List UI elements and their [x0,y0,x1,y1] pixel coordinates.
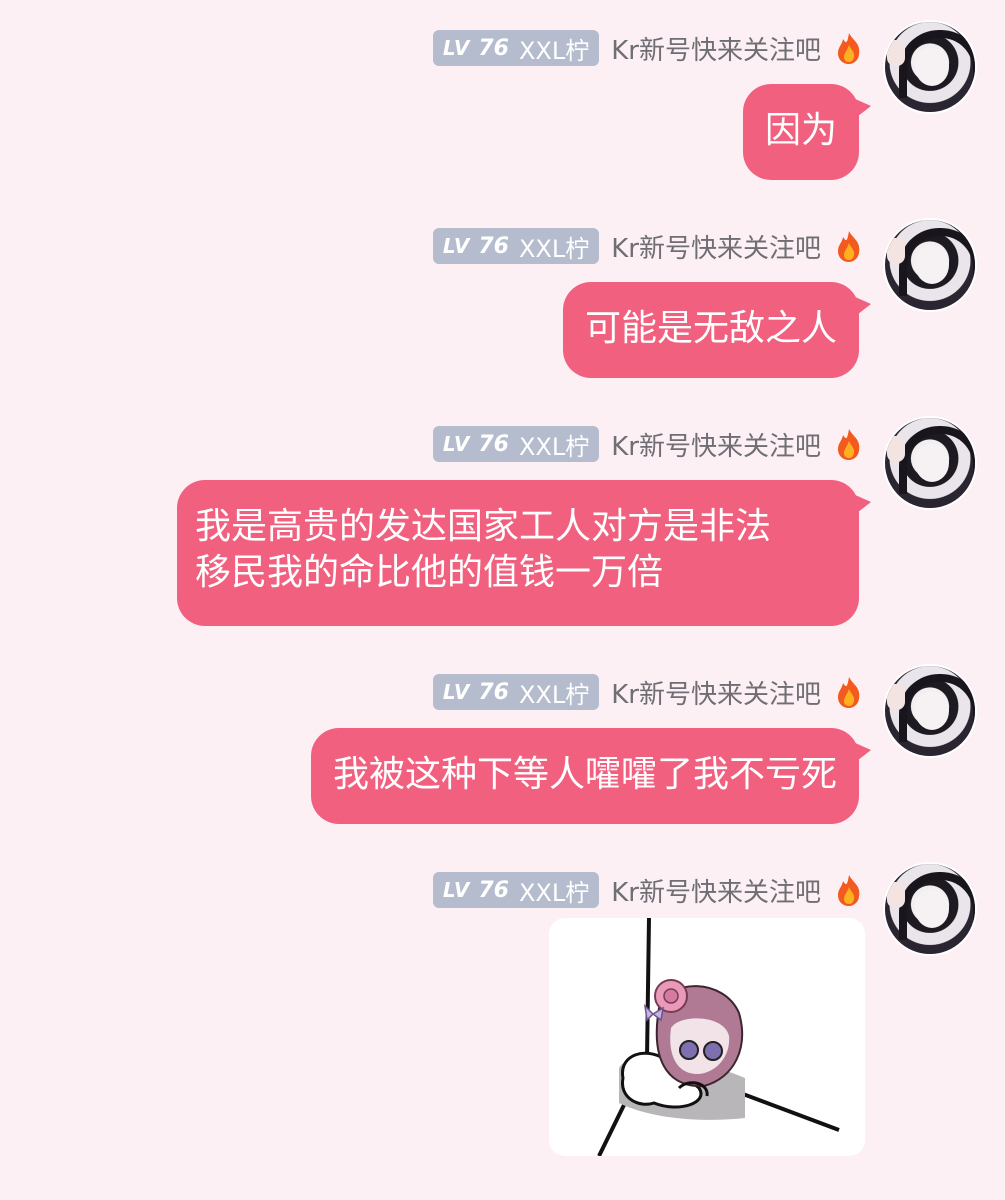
message-bubble[interactable]: 因为 [742,84,872,180]
level-number: 76 [478,35,509,61]
sender-title: Kr新号快来关注吧 [611,431,821,462]
level-prefix: LV [442,234,471,258]
level-number: 76 [478,877,509,903]
avatar-face [915,246,949,284]
sender-header: LV 76 XXL柠 Kr新号快来关注吧 [432,426,865,462]
sender-nickname: XXL柠 [518,680,590,709]
fire-icon [833,31,865,65]
sender-title: Kr新号快来关注吧 [611,679,821,710]
message-bubble[interactable]: 我被这种下等人嚯嚯了我不亏死 [310,728,872,824]
avatar-hand [887,238,905,264]
avatar[interactable] [883,664,977,758]
avatar-face [915,890,949,928]
avatar-face [915,48,949,86]
level-badge: LV 76 XXL柠 [432,872,600,908]
level-badge: LV 76 XXL柠 [432,228,600,264]
fire-icon [833,229,865,263]
level-prefix: LV [442,36,471,60]
fire-icon [833,873,865,907]
sender-title: Kr新号快来关注吧 [611,877,821,908]
avatar-hand [887,684,905,710]
sender-header: LV 76 XXL柠 Kr新号快来关注吧 [432,30,865,66]
avatar[interactable] [883,218,977,312]
sender-nickname: XXL柠 [518,432,590,461]
sender-nickname: XXL柠 [518,234,590,263]
sender-nickname: XXL柠 [518,878,590,907]
avatar-face [915,692,949,730]
level-badge: LV 76 XXL柠 [432,426,600,462]
level-number: 76 [478,233,509,259]
sticker-image[interactable] [549,918,865,1156]
level-prefix: LV [442,878,471,902]
level-prefix: LV [442,432,471,456]
sender-header: LV 76 XXL柠 Kr新号快来关注吧 [432,228,865,264]
sender-header: LV 76 XXL柠 Kr新号快来关注吧 [432,872,865,908]
level-number: 76 [478,679,509,705]
message-line: 我是高贵的发达国家工人对方是非法 [195,506,772,547]
sender-nickname: XXL柠 [518,36,590,65]
avatar[interactable] [883,20,977,114]
message-bubble[interactable]: 我是高贵的发达国家工人对方是非法 移民我的命比他的值钱一万倍 [177,480,871,626]
fire-icon [833,675,865,709]
level-prefix: LV [442,680,471,704]
avatar-hand [887,40,905,66]
avatar-hand [887,436,905,462]
avatar[interactable] [883,862,977,956]
sender-header: LV 76 XXL柠 Kr新号快来关注吧 [432,674,865,710]
avatar-hand [887,882,905,908]
sender-title: Kr新号快来关注吧 [611,35,821,66]
level-badge: LV 76 XXL柠 [432,30,600,66]
avatar-face [915,444,949,482]
fire-icon [833,427,865,461]
avatar[interactable] [883,416,977,510]
message-bubble[interactable]: 可能是无敌之人 [562,282,872,378]
sender-title: Kr新号快来关注吧 [611,233,821,264]
level-number: 76 [478,431,509,457]
level-badge: LV 76 XXL柠 [432,674,600,710]
message-line: 移民我的命比他的值钱一万倍 [195,552,664,593]
